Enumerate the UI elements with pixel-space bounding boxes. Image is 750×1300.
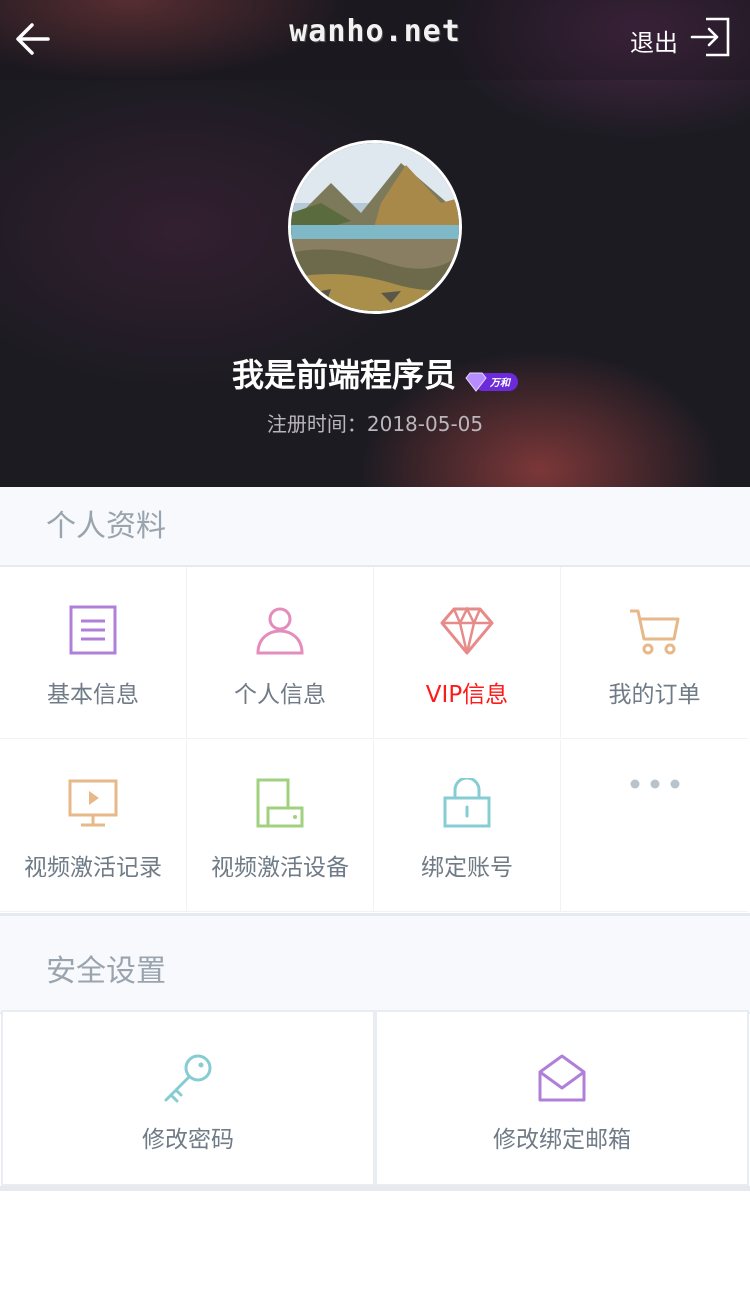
section-title: 安全设置 bbox=[46, 954, 166, 989]
menu-more[interactable] bbox=[561, 740, 748, 912]
devices-icon bbox=[254, 778, 306, 830]
logout-icon bbox=[690, 16, 732, 64]
menu-personal-info[interactable]: 个人信息 bbox=[187, 567, 374, 739]
vip-badge-text: 万和 bbox=[489, 377, 512, 389]
menu-my-orders[interactable]: 我的订单 bbox=[561, 567, 748, 739]
security-label: 修改密码 bbox=[142, 1127, 234, 1153]
vip-badge: 万和 bbox=[464, 363, 518, 392]
menu-video-activation-record[interactable]: 视频激活记录 bbox=[0, 740, 187, 912]
divider bbox=[0, 1186, 750, 1191]
mail-icon bbox=[536, 1052, 588, 1104]
nickname: 我是前端程序员 bbox=[231, 356, 456, 394]
profile-header: wanho.net 退出 我是前端程序员 万和 注册时间：2018-05-05 bbox=[0, 0, 750, 487]
menu-label: 基本信息 bbox=[47, 682, 139, 708]
menu-label: 个人信息 bbox=[234, 682, 326, 708]
register-time: 注册时间：2018-05-05 bbox=[266, 412, 484, 436]
personal-section-header: 个人资料 bbox=[0, 487, 750, 567]
menu-video-activation-device[interactable]: 视频激活设备 bbox=[187, 740, 374, 912]
menu-label: 视频激活记录 bbox=[24, 855, 162, 881]
personal-grid: 基本信息 个人信息 VIP信息 我的订单 视频激活记录 视频激活设备 绑定账号 bbox=[0, 567, 750, 913]
security-label: 修改绑定邮箱 bbox=[493, 1127, 631, 1153]
section-title: 个人资料 bbox=[46, 509, 166, 544]
security-section-header: 安全设置 bbox=[0, 913, 750, 1014]
cart-icon bbox=[628, 605, 682, 657]
diamond-icon bbox=[440, 605, 494, 657]
menu-bind-account[interactable]: 绑定账号 bbox=[374, 740, 561, 912]
menu-vip-info[interactable]: VIP信息 bbox=[374, 567, 561, 739]
more-icon bbox=[629, 776, 681, 828]
document-icon bbox=[67, 605, 119, 657]
top-bar: wanho.net 退出 bbox=[0, 0, 750, 80]
lock-icon bbox=[441, 776, 493, 830]
key-icon bbox=[162, 1052, 214, 1104]
video-monitor-icon bbox=[67, 778, 119, 830]
change-email-button[interactable]: 修改绑定邮箱 bbox=[375, 1010, 749, 1186]
nickname-row: 我是前端程序员 万和 bbox=[0, 350, 750, 396]
menu-basic-info[interactable]: 基本信息 bbox=[0, 567, 187, 739]
logout-button[interactable]: 退出 bbox=[630, 16, 732, 64]
menu-label: VIP信息 bbox=[425, 682, 509, 708]
menu-label: 绑定账号 bbox=[421, 855, 513, 881]
change-password-button[interactable]: 修改密码 bbox=[1, 1010, 375, 1186]
menu-label: 视频激活设备 bbox=[211, 855, 349, 881]
logout-label: 退出 bbox=[630, 28, 678, 57]
avatar[interactable] bbox=[288, 140, 462, 314]
security-grid: 修改密码 修改绑定邮箱 bbox=[0, 1010, 750, 1188]
menu-label: 我的订单 bbox=[608, 682, 701, 708]
user-icon bbox=[254, 605, 306, 657]
